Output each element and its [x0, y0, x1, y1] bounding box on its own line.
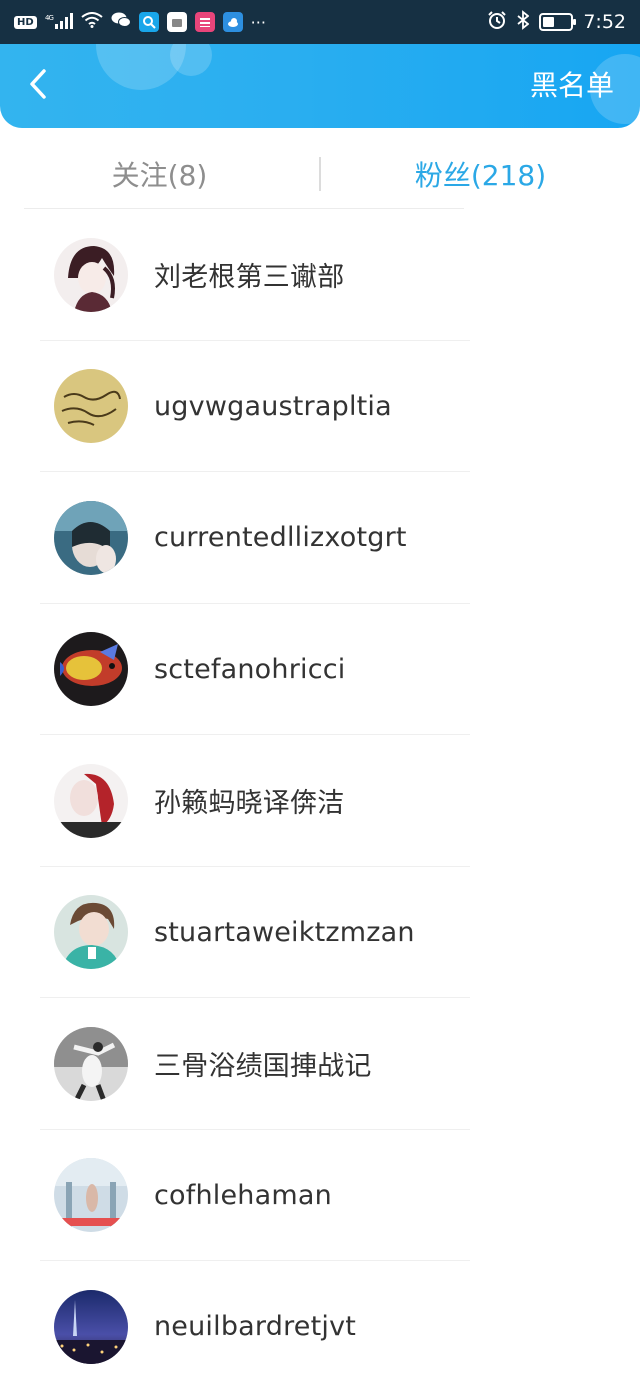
avatar	[54, 1289, 128, 1364]
list-item[interactable]: cofhlehaman	[0, 1130, 640, 1261]
back-button[interactable]	[18, 66, 58, 106]
tab-fans[interactable]: 粉丝(218)	[321, 154, 640, 194]
taobao-app-icon	[194, 12, 215, 32]
fan-name: cofhlehaman	[154, 1179, 332, 1211]
blacklist-button[interactable]: 黑名单	[530, 66, 614, 106]
battery-icon	[539, 13, 577, 31]
avatar	[54, 369, 128, 444]
bluetooth-icon	[517, 9, 530, 35]
wechat-icon	[111, 12, 131, 32]
clock-time: 7:52	[583, 11, 626, 33]
search-app-icon	[138, 12, 159, 32]
wifi-icon	[81, 12, 103, 32]
fan-name: 孙籁蚂晓译倴洁	[154, 788, 345, 820]
fan-name: 刘老根第三谳部	[154, 262, 345, 294]
fan-name: sctefanohricci	[154, 653, 346, 685]
fan-name: currentedllizxotgrt	[154, 522, 407, 554]
avatar	[54, 1158, 128, 1233]
avatar	[54, 500, 128, 575]
chevron-left-icon	[28, 68, 48, 104]
fan-name: 三骨浴绩国捙战记	[154, 1051, 372, 1083]
hd-icon: HD	[14, 15, 37, 29]
list-item[interactable]: neuilbardretjvt	[0, 1261, 640, 1387]
tab-following[interactable]: 关注(8)	[0, 154, 319, 194]
follow-tabs: 关注(8) 粉丝(218)	[0, 140, 640, 208]
status-bar: HD 4G ··· 7:52	[0, 0, 640, 44]
avatar	[54, 1026, 128, 1101]
avatar	[54, 632, 128, 707]
fan-name: stuartaweiktzmzan	[154, 916, 415, 948]
fans-list: 刘老根第三谳部 ugvwgaustrapltia currentedllizxo…	[0, 209, 640, 1387]
list-item[interactable]: ugvwgaustrapltia	[0, 341, 640, 472]
avatar	[54, 895, 128, 970]
list-item[interactable]: currentedllizxotgrt	[0, 472, 640, 604]
list-item[interactable]: 孙籁蚂晓译倴洁	[0, 735, 640, 867]
list-item[interactable]: 刘老根第三谳部	[0, 209, 640, 341]
avatar	[54, 763, 128, 838]
list-item[interactable]: 三骨浴绩国捙战记	[0, 998, 640, 1130]
avatar	[54, 237, 128, 312]
weather-app-icon	[222, 12, 243, 32]
list-item[interactable]: stuartaweiktzmzan	[0, 867, 640, 998]
fan-name: ugvwgaustrapltia	[154, 390, 392, 422]
huawei-app-icon	[166, 12, 187, 32]
alarm-icon	[487, 10, 507, 35]
more-notifications-icon: ···	[250, 12, 266, 32]
top-nav-bar: 黑名单	[0, 44, 640, 128]
fan-name: neuilbardretjvt	[154, 1311, 357, 1343]
signal-icon: 4G	[45, 12, 73, 32]
list-item[interactable]: sctefanohricci	[0, 604, 640, 735]
svg-text:4G: 4G	[45, 14, 53, 22]
